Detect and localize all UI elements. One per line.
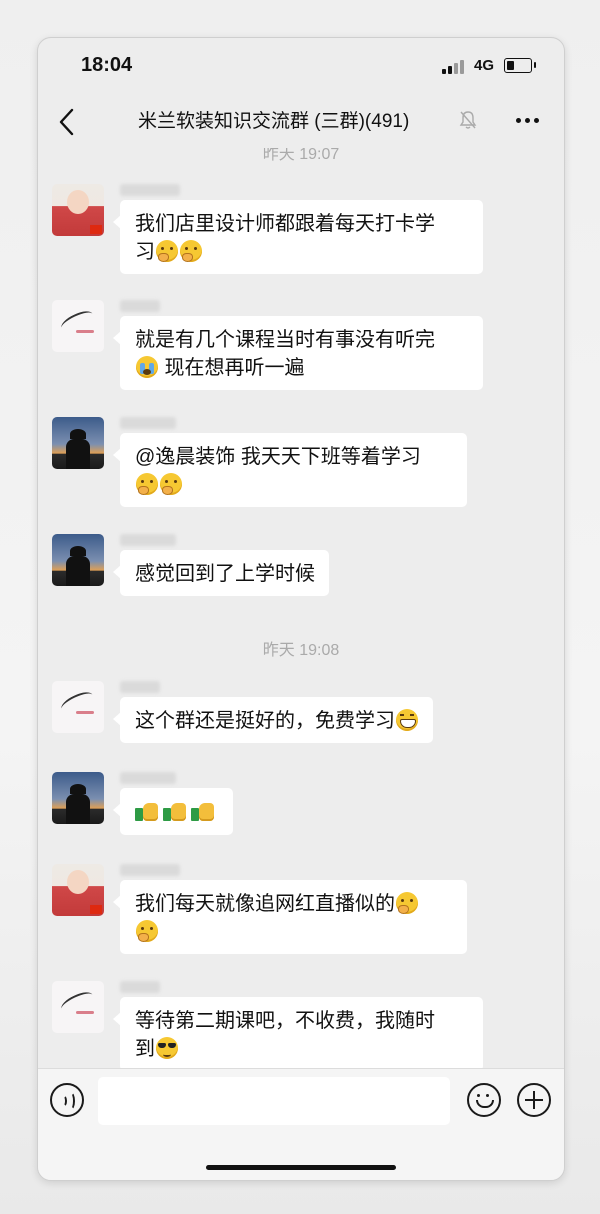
avatar-ink[interactable]: [52, 300, 104, 352]
message-bubble[interactable]: 感觉回到了上学时候: [113, 550, 329, 596]
sender-name: [120, 534, 176, 546]
plus-icon[interactable]: [517, 1083, 551, 1117]
message-list[interactable]: 昨天 19:07 我们店里设计师都跟着每天打卡学习 就是有几个课程当时有事没有听…: [38, 148, 564, 1068]
sender-name: [120, 300, 160, 312]
avatar-baby[interactable]: [52, 184, 104, 236]
avatar-sunset[interactable]: [52, 534, 104, 586]
network-type: 4G: [474, 57, 495, 74]
sunglasses-face-emoji: [156, 1037, 178, 1059]
crying-face-emoji: [136, 356, 158, 378]
more-button[interactable]: [514, 106, 542, 134]
sender-name: [120, 772, 176, 784]
emoji-icon[interactable]: [467, 1083, 501, 1117]
sender-name: [120, 981, 160, 993]
message-text: 我们每天就像追网红直播似的: [135, 890, 453, 946]
thinking-face-emoji: [136, 920, 158, 942]
thinking-face-emoji: [396, 892, 418, 914]
message-text: 这个群还是挺好的，免费学习: [135, 707, 419, 735]
message-bubble[interactable]: 我们店里设计师都跟着每天打卡学习: [113, 200, 483, 274]
message-bubble[interactable]: @逸晨装饰 我天天下班等着学习: [113, 433, 467, 507]
avatar-ink[interactable]: [52, 681, 104, 733]
sender-name: [120, 681, 160, 693]
phone-screen: 18:04 4G 米兰软装知识交流群 (三群)(491) 昨天 19:07 我们…: [37, 37, 565, 1181]
voice-icon[interactable]: [50, 1083, 84, 1117]
mute-bell-icon: [459, 110, 477, 130]
sender-name: [120, 184, 180, 196]
signal-icon: [442, 60, 468, 74]
thinking-face-emoji: [160, 473, 182, 495]
status-time: 18:04: [81, 54, 133, 76]
chat-title[interactable]: 米兰软装知识交流群 (三群)(491): [138, 106, 409, 133]
message-bubble[interactable]: 这个群还是挺好的，免费学习: [113, 697, 433, 743]
battery-icon: [504, 58, 536, 73]
message-bubble[interactable]: 就是有几个课程当时有事没有听完 现在想再听一遍: [113, 316, 483, 390]
message-text: [135, 798, 219, 827]
message-text: 就是有几个课程当时有事没有听完 现在想再听一遍: [135, 329, 435, 379]
message-text: 感觉回到了上学时候: [135, 563, 315, 585]
thumbs-up-emoji: [135, 798, 161, 824]
thinking-face-emoji: [136, 473, 158, 495]
back-button[interactable]: [52, 104, 82, 140]
nav-bar: 米兰软装知识交流群 (三群)(491): [38, 96, 564, 148]
thumbs-up-emoji: [163, 798, 189, 824]
message-text: 等待第二期课吧，不收费，我随时到: [135, 1010, 435, 1060]
back-chevron-icon: [59, 108, 74, 136]
input-bar: [38, 1068, 564, 1180]
avatar-sunset[interactable]: [52, 772, 104, 824]
message-text: @逸晨装饰 我天天下班等着学习: [135, 443, 453, 499]
sender-name: [120, 417, 176, 429]
thinking-face-emoji: [180, 240, 202, 262]
avatar-ink[interactable]: [52, 981, 104, 1033]
timestamp: 昨天 19:08: [262, 642, 340, 659]
message-bubble[interactable]: 我们每天就像追网红直播似的: [113, 880, 467, 954]
sender-name: [120, 864, 180, 876]
home-indicator[interactable]: [206, 1165, 396, 1170]
thinking-face-emoji: [156, 240, 178, 262]
avatar-sunset[interactable]: [52, 417, 104, 469]
message-input[interactable]: [98, 1077, 450, 1125]
avatar-baby[interactable]: [52, 864, 104, 916]
timestamp-cut: 昨天 19:07: [262, 148, 340, 163]
status-bar: 18:04 4G: [38, 38, 564, 96]
message-bubble[interactable]: [113, 788, 233, 835]
grinning-face-emoji: [396, 709, 418, 731]
message-bubble[interactable]: 等待第二期课吧，不收费，我随时到: [113, 997, 483, 1068]
message-text: 我们店里设计师都跟着每天打卡学习: [135, 213, 435, 263]
thumbs-up-emoji: [191, 798, 217, 824]
